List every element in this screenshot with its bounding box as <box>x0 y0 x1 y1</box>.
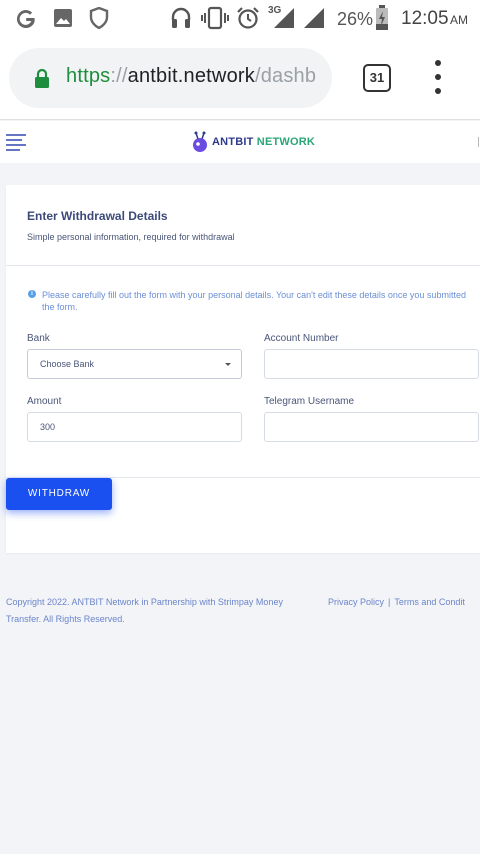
url-path: /dashb <box>254 65 317 87</box>
alarm-icon <box>237 7 259 29</box>
withdrawal-card: Enter Withdrawal Details Simple personal… <box>6 185 480 553</box>
account-number-label: Account Number <box>264 333 339 344</box>
gallery-icon <box>54 9 72 27</box>
battery-charging-icon <box>376 5 388 30</box>
brand-logo[interactable]: ANTBIT NETWORK <box>192 130 315 154</box>
divider <box>6 265 480 266</box>
footer-copyright: Copyright 2022. ANTBIT Network in Partne… <box>6 597 283 624</box>
footer-separator: | <box>388 597 391 607</box>
privacy-policy-link[interactable]: Privacy Policy <box>328 597 384 607</box>
google-icon <box>16 9 35 28</box>
chevron-down-icon <box>225 363 231 366</box>
tab-switcher-button[interactable]: 31 <box>363 64 391 92</box>
footer-links: Privacy Policy | Terms and Condit <box>328 594 465 611</box>
terms-link[interactable]: Terms and Condit <box>394 597 465 607</box>
menu-dot-icon <box>435 60 441 66</box>
url-separator: :// <box>110 65 128 87</box>
menu-dot-icon <box>435 74 441 80</box>
browser-toolbar: https://antbit.network/dashb 31 <box>0 38 480 120</box>
clock-ampm: AM <box>450 13 468 27</box>
hamburger-menu-icon[interactable] <box>6 134 26 151</box>
bank-label: Bank <box>27 333 50 344</box>
ant-logo-icon <box>193 131 207 152</box>
bank-select[interactable]: Choose Bank <box>27 349 242 379</box>
form-notice: Please carefully fill out the form with … <box>42 290 466 312</box>
amount-input[interactable]: 300 <box>27 412 242 442</box>
signal-icon <box>304 8 324 28</box>
vibrate-icon <box>201 6 229 30</box>
clock-time: 12:05 <box>401 8 449 29</box>
url-host: antbit.network <box>127 65 255 87</box>
withdraw-button[interactable]: WITHDRAW <box>6 478 112 510</box>
signal-3g-icon <box>274 8 294 28</box>
browser-menu-button[interactable] <box>433 60 443 94</box>
account-number-input[interactable] <box>264 349 479 379</box>
brand-name-part2: NETWORK <box>256 136 316 148</box>
battery-percent: 26% <box>337 9 374 29</box>
telegram-username-input[interactable] <box>264 412 479 442</box>
app-header: ANTBIT NETWORK <box>0 121 480 163</box>
card-subtitle: Simple personal information, required fo… <box>27 232 235 242</box>
lock-icon <box>35 68 49 88</box>
card-title: Enter Withdrawal Details <box>27 209 168 223</box>
brand-name-part1: ANTBIT <box>212 136 257 148</box>
menu-dot-icon <box>435 88 441 94</box>
info-icon: i <box>28 290 36 298</box>
status-bar: 3G 26% 12:05 AM <box>0 0 480 38</box>
telegram-username-label: Telegram Username <box>264 396 355 407</box>
shield-icon <box>89 7 109 29</box>
headphones-icon <box>171 7 191 28</box>
brand-name: ANTBIT NETWORK <box>212 136 315 148</box>
bank-select-value: Choose Bank <box>40 359 95 369</box>
amount-label: Amount <box>27 396 62 407</box>
url-scheme: https <box>66 65 111 87</box>
address-bar[interactable]: https://antbit.network/dashb <box>9 48 332 108</box>
url-text: https://antbit.network/dashb <box>66 65 316 88</box>
